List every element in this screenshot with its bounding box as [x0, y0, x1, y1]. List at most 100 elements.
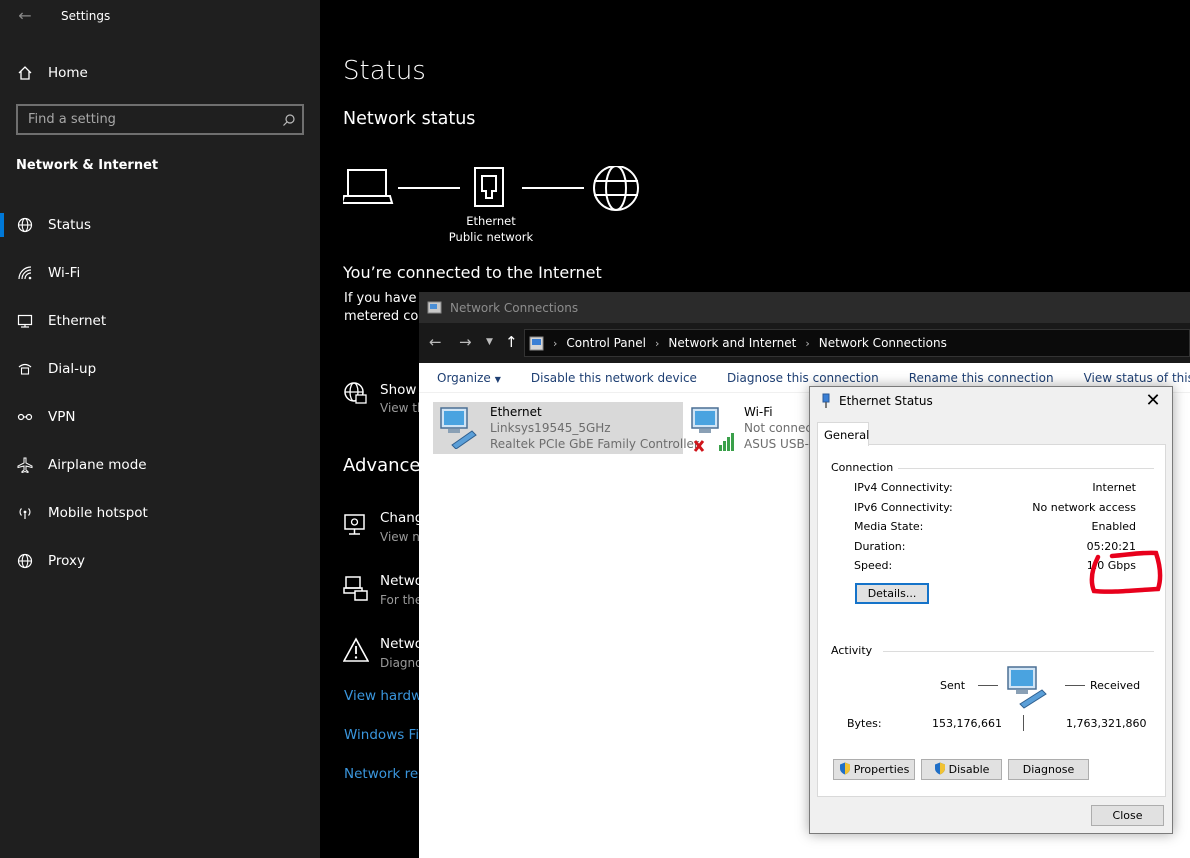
troubleshooter-title[interactable]: Netwo [380, 636, 423, 652]
ipv6-value: No network access [1032, 501, 1136, 514]
details-button[interactable]: Details... [855, 583, 929, 604]
connection-device: ASUS USB-A [744, 437, 817, 451]
connected-status-text: You’re connected to the Internet [343, 263, 602, 282]
advanced-heading: Advance [343, 455, 421, 476]
dialup-icon [15, 359, 35, 379]
connection-name: Wi-Fi [744, 405, 773, 419]
sidebar-item-dialup[interactable]: Dial-up [0, 351, 320, 387]
organize-menu[interactable]: Organize ▼ [437, 371, 501, 385]
adapter-options-icon[interactable] [343, 513, 367, 541]
network-profile: Public network [448, 230, 534, 244]
windows-firewall-link[interactable]: Windows Fir [344, 727, 425, 743]
ipv6-label: IPv6 Connectivity: [854, 501, 953, 514]
bytes-label: Bytes: [847, 717, 882, 730]
network-status-heading: Network status [343, 109, 476, 129]
breadcrumb[interactable]: › Control Panel › Network and Internet ›… [524, 329, 1190, 357]
network-adapter-icon [438, 405, 478, 453]
disable-label: Disable [948, 763, 990, 776]
sidebar-item-label: Proxy [48, 553, 85, 569]
sidebar-item-airplane[interactable]: Airplane mode [0, 447, 320, 483]
back-arrow-icon[interactable]: ← [10, 4, 40, 28]
diagnose-button[interactable]: Diagnose [1008, 759, 1089, 780]
breadcrumb-network-internet[interactable]: Network and Internet [668, 336, 796, 350]
connection-network: Linksys19545_5GHz [490, 421, 611, 435]
rename-connection-button[interactable]: Rename this connection [909, 371, 1054, 385]
sidebar-item-label: Wi-Fi [48, 265, 81, 281]
list-item[interactable]: Ethernet Linksys19545_5GHz Realtek PCIe … [433, 402, 699, 454]
group-divider [883, 651, 1154, 652]
laptop-icon [343, 169, 394, 204]
metered-info-text: If you have a [344, 291, 429, 306]
sharing-center-sub: For the [380, 593, 423, 607]
ethernet-port-icon [474, 167, 504, 207]
sent-label: Sent [940, 679, 966, 692]
network-reset-link[interactable]: Network res [344, 766, 425, 782]
hardware-properties-link[interactable]: View hardwa [344, 688, 430, 704]
sidebar-item-hotspot[interactable]: Mobile hotspot [0, 495, 320, 531]
wifi-adapter-icon [689, 405, 739, 457]
view-status-button[interactable]: View status of this connection [1084, 371, 1190, 385]
show-networks-sub: View th [380, 401, 425, 415]
warning-icon[interactable] [342, 637, 370, 667]
control-panel-icon [529, 336, 544, 351]
breadcrumb-network-connections[interactable]: Network Connections [819, 336, 947, 350]
search-icon[interactable] [276, 113, 302, 127]
search-input[interactable] [18, 112, 276, 127]
bytes-sent-value: 153,176,661 [932, 717, 1002, 730]
settings-sidebar: ← Settings Home Network & Internet Statu… [0, 0, 320, 858]
breadcrumb-control-panel[interactable]: Control Panel [566, 336, 646, 350]
network-folder-icon [427, 300, 442, 315]
ipv4-value: Internet [1092, 481, 1136, 494]
change-adapter-title[interactable]: Chang [380, 510, 423, 526]
sidebar-item-proxy[interactable]: Proxy [0, 543, 320, 579]
back-arrow-icon[interactable]: ← [429, 333, 442, 351]
sidebar-item-home[interactable]: Home [0, 55, 320, 91]
page-title: Status [343, 56, 426, 86]
show-networks-icon[interactable] [343, 381, 367, 409]
sharing-center-title[interactable]: Netwo [380, 573, 423, 589]
sidebar-item-vpn[interactable]: VPN [0, 399, 320, 435]
search-field[interactable] [16, 104, 304, 135]
connection-network: Not connect [744, 421, 817, 435]
shield-icon [934, 762, 946, 778]
properties-button[interactable]: Properties [833, 759, 915, 780]
tab-general[interactable]: General [817, 422, 869, 446]
network-activity-icon [1002, 666, 1054, 713]
close-button[interactable]: Close [1091, 805, 1164, 826]
properties-label: Properties [853, 763, 910, 776]
show-networks-title[interactable]: Show [380, 382, 416, 398]
activity-group-label: Activity [831, 644, 878, 657]
sidebar-item-label: Home [48, 65, 88, 81]
adapter-name: Ethernet [466, 214, 516, 228]
recent-locations-chevron-icon[interactable]: ▼ [486, 337, 493, 347]
sidebar-item-label: Mobile hotspot [48, 505, 148, 521]
sidebar-item-status[interactable]: Status [0, 207, 320, 243]
shield-icon [839, 762, 851, 778]
change-adapter-sub: View n [380, 530, 420, 544]
red-highlight-annotation [1089, 550, 1163, 594]
internet-globe-icon [593, 166, 639, 211]
organize-label: Organize [437, 370, 491, 385]
sharing-center-icon[interactable] [343, 575, 369, 605]
metered-info-text: metered co [344, 309, 419, 324]
list-item[interactable]: Wi-Fi Not connect ASUS USB-A [687, 402, 827, 454]
ethernet-icon [15, 311, 35, 331]
activity-line [978, 685, 998, 686]
vpn-icon [15, 407, 35, 427]
globe-icon [15, 215, 35, 235]
disable-device-button[interactable]: Disable this network device [531, 371, 697, 385]
sidebar-item-ethernet[interactable]: Ethernet [0, 303, 320, 339]
bytes-received-value: 1,763,321,860 [1066, 717, 1147, 730]
disable-button[interactable]: Disable [921, 759, 1002, 780]
close-icon[interactable]: ✕ [1142, 390, 1164, 411]
connection-name: Ethernet [490, 405, 542, 419]
forward-arrow-icon[interactable]: → [459, 333, 472, 351]
up-arrow-icon[interactable]: ↑ [505, 333, 518, 351]
sidebar-item-wifi[interactable]: Wi-Fi [0, 255, 320, 291]
window-titlebar[interactable]: Network Connections [419, 292, 1190, 323]
bytes-divider [1023, 715, 1024, 731]
sidebar-item-label: Airplane mode [48, 457, 147, 473]
diagnose-connection-button[interactable]: Diagnose this connection [727, 371, 879, 385]
connection-device: Realtek PCIe GbE Family Controller [490, 437, 699, 451]
media-state-label: Media State: [854, 520, 924, 533]
